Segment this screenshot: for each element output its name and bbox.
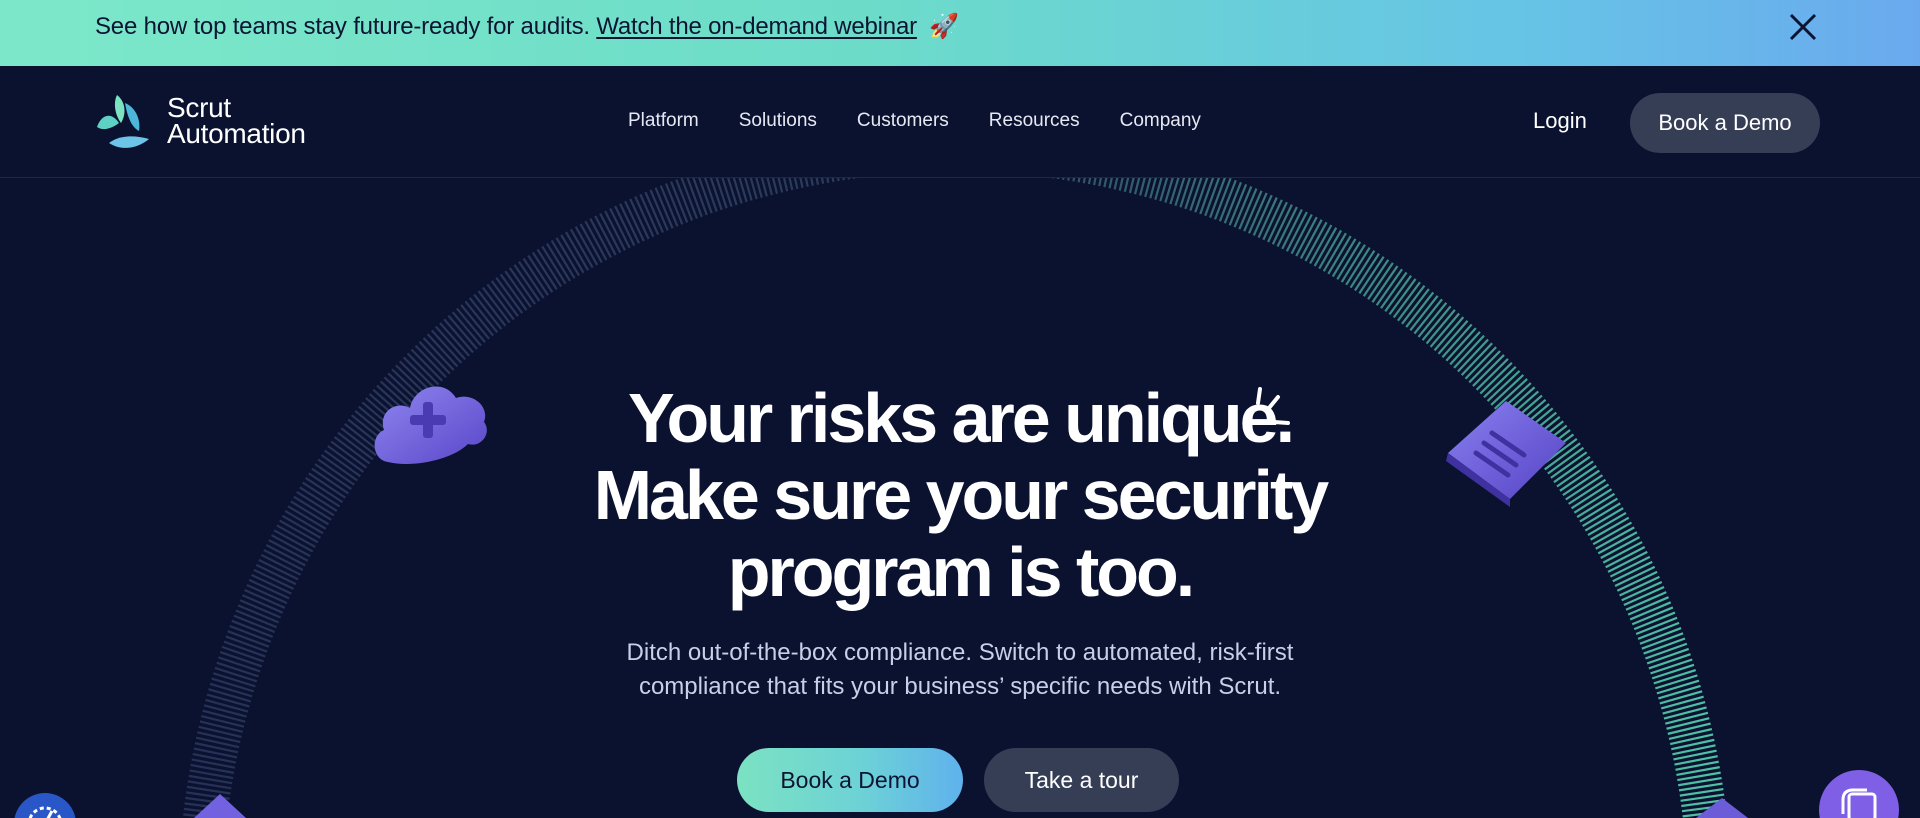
- take-tour-button[interactable]: Take a tour: [984, 748, 1179, 812]
- headline-line-1: Your risks are unique.: [627, 379, 1295, 457]
- headline-line-3: program is too.: [727, 533, 1195, 611]
- logo[interactable]: Scrut Automation: [95, 93, 306, 149]
- nav-link-solutions[interactable]: Solutions: [739, 110, 817, 132]
- book-demo-hero-button[interactable]: Book a Demo: [737, 748, 963, 812]
- subtext-line-2: compliance that fits your business’ spec…: [638, 673, 1282, 700]
- announcement-bar: See how top teams stay future-ready for …: [0, 0, 1920, 66]
- main-navigation: Scrut Automation Platform Solutions Cust…: [0, 66, 1920, 178]
- subtext-line-1: Ditch out-of-the-box compliance. Switch …: [626, 639, 1294, 666]
- headline-line-2: Make sure your security: [593, 456, 1329, 534]
- triangle-shape-left-icon: [194, 794, 246, 818]
- nav-link-resources[interactable]: Resources: [989, 110, 1080, 132]
- nav-link-company[interactable]: Company: [1120, 110, 1201, 132]
- copy-widget-button[interactable]: [1819, 770, 1899, 818]
- widget-copy-icon: [1841, 788, 1877, 818]
- announcement-text: See how top teams stay future-ready for …: [95, 12, 959, 41]
- nav-link-customers[interactable]: Customers: [857, 110, 949, 132]
- close-announcement-button[interactable]: [1786, 10, 1820, 44]
- close-icon: [1789, 13, 1817, 41]
- announcement-message: See how top teams stay future-ready for …: [95, 13, 590, 40]
- rocket-emoji: 🚀: [929, 13, 960, 40]
- triangle-shape-right-icon: [1696, 798, 1748, 818]
- sparkle-icon: [1256, 387, 1290, 425]
- hero-subtext: Ditch out-of-the-box compliance. Switch …: [560, 636, 1360, 704]
- hero-headline: Your risks are unique. Make sure your se…: [460, 380, 1460, 611]
- widget-chart-icon: [28, 806, 62, 818]
- book-demo-nav-button[interactable]: Book a Demo: [1630, 93, 1820, 153]
- scrut-logo-icon: [97, 95, 149, 148]
- logo-line-2: Automation: [167, 118, 306, 149]
- webinar-link[interactable]: Watch the on-demand webinar: [596, 13, 917, 40]
- chart-widget-button[interactable]: [14, 793, 76, 818]
- nav-links: Platform Solutions Customers Resources C…: [628, 110, 1201, 132]
- nav-link-platform[interactable]: Platform: [628, 110, 699, 132]
- login-link[interactable]: Login: [1533, 108, 1587, 134]
